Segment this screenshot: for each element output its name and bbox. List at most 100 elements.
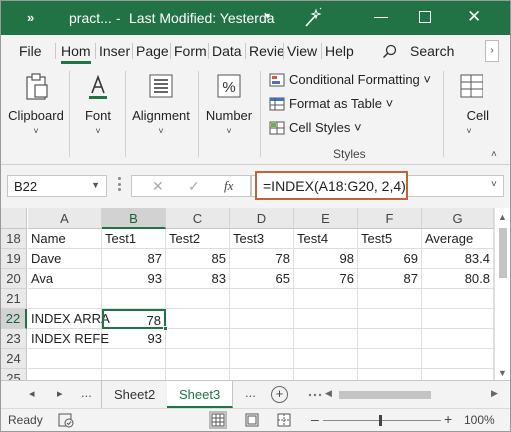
normal-view-icon[interactable] <box>209 411 227 429</box>
cell-g22[interactable] <box>422 309 494 329</box>
zoom-slider[interactable] <box>323 420 441 421</box>
zoom-slider-handle[interactable] <box>379 415 382 426</box>
vertical-scroll-thumb[interactable] <box>499 228 507 278</box>
magic-wand-icon[interactable] <box>303 7 323 29</box>
cell-c25[interactable] <box>166 369 230 380</box>
previous-sheet-icon[interactable]: ◂ <box>29 387 35 400</box>
tab-formulas[interactable]: Form <box>174 43 207 59</box>
cell-b21[interactable] <box>102 289 166 309</box>
row-header-23[interactable]: 23 <box>1 329 27 349</box>
cell-d22[interactable] <box>230 309 294 329</box>
cell-a25[interactable] <box>28 369 102 380</box>
row-header-21[interactable]: 21 <box>1 289 27 309</box>
maximize-button[interactable] <box>419 11 431 23</box>
more-sheets-right-button[interactable]: ... <box>245 385 256 400</box>
cancel-icon[interactable]: ✕ <box>152 178 164 195</box>
tab-page-layout[interactable]: Page <box>136 43 169 59</box>
enter-icon[interactable]: ✓ <box>188 178 200 195</box>
minimize-button[interactable] <box>374 17 388 18</box>
scroll-left-icon[interactable]: ◀ <box>325 388 332 399</box>
cell-f24[interactable] <box>358 349 422 369</box>
sheet-tab-sheet2[interactable]: Sheet2 <box>101 381 169 408</box>
cell-a18[interactable]: Name <box>28 229 102 249</box>
cell-b23[interactable]: 93 <box>102 329 166 349</box>
worksheet-grid[interactable]: ▲ ▼ A B C D E F G 18 Name Test1 Test2 Test3 Test4 Tes… <box>1 208 510 380</box>
cell-f23[interactable] <box>358 329 422 349</box>
cell-g20[interactable]: 80.8 <box>422 269 494 289</box>
cell-a24[interactable] <box>28 349 102 369</box>
column-header-b[interactable]: B <box>102 208 166 229</box>
scroll-right-icon[interactable]: ▶ <box>491 388 498 399</box>
row-header-20[interactable]: 20 <box>1 269 27 289</box>
zoom-out-button[interactable]: – <box>311 411 319 427</box>
expand-formula-bar-button[interactable]: ˅ <box>491 179 497 190</box>
cell-f22[interactable] <box>358 309 422 329</box>
zoom-in-button[interactable]: + <box>444 411 452 427</box>
cell-e23[interactable] <box>294 329 358 349</box>
search-icon[interactable] <box>382 44 397 59</box>
add-sheet-button[interactable]: + <box>271 386 288 403</box>
scroll-up-icon[interactable]: ▲ <box>498 212 507 222</box>
cell-e25[interactable] <box>294 369 358 380</box>
quick-access-more-button[interactable]: » <box>27 10 34 25</box>
row-header-25[interactable]: 25 <box>1 369 27 380</box>
cell-d23[interactable] <box>230 329 294 349</box>
cell-a19[interactable]: Dave <box>28 249 102 269</box>
collapse-ribbon-button[interactable]: ˄ <box>491 149 497 160</box>
cell-e24[interactable] <box>294 349 358 369</box>
cell-g19[interactable]: 83.4 <box>422 249 494 269</box>
next-sheet-icon[interactable]: ▸ <box>57 387 63 400</box>
tabs-scroll-right-button[interactable]: › <box>485 40 499 62</box>
cell-g25[interactable] <box>422 369 494 380</box>
cell-d25[interactable] <box>230 369 294 380</box>
name-box[interactable]: B22 ▼ <box>7 175 107 197</box>
tab-home[interactable]: Hom <box>61 43 91 64</box>
alignment-group[interactable]: Alignment ˅ <box>129 65 193 136</box>
tab-split-handle[interactable] <box>308 392 322 398</box>
column-header-d[interactable]: D <box>230 208 294 229</box>
cell-d19[interactable]: 78 <box>230 249 294 269</box>
cell-e20[interactable]: 76 <box>294 269 358 289</box>
cell-f25[interactable] <box>358 369 422 380</box>
cell-f19[interactable]: 69 <box>358 249 422 269</box>
file-name[interactable]: pract... <box>69 10 112 26</box>
search-box[interactable]: Search <box>410 43 454 59</box>
cell-e18[interactable]: Test4 <box>294 229 358 249</box>
last-modified-label[interactable]: Last Modified: Yesterda <box>129 10 275 26</box>
format-as-table-button[interactable]: Format as Table ˅ <box>269 96 393 111</box>
page-break-view-icon[interactable] <box>277 413 291 427</box>
cell-c22[interactable] <box>166 309 230 329</box>
cell-d18[interactable]: Test3 <box>230 229 294 249</box>
cell-g23[interactable] <box>422 329 494 349</box>
cell-d24[interactable] <box>230 349 294 369</box>
formula-text[interactable]: =INDEX(A18:G20, 2,4) <box>255 171 408 200</box>
cell-e22[interactable] <box>294 309 358 329</box>
cells-group[interactable]: Cell ˅ <box>449 65 489 136</box>
name-box-dropdown-icon[interactable]: ▼ <box>91 180 100 190</box>
cell-d20[interactable]: 65 <box>230 269 294 289</box>
cell-g18[interactable]: Average <box>422 229 494 249</box>
horizontal-scrollbar[interactable]: ◀ ▶ <box>325 388 502 402</box>
tab-help[interactable]: Help <box>325 43 354 59</box>
cell-e21[interactable] <box>294 289 358 309</box>
conditional-formatting-button[interactable]: Conditional Formatting ˅ <box>269 72 431 87</box>
fill-handle[interactable] <box>163 326 168 331</box>
horizontal-scroll-thumb[interactable] <box>339 391 431 399</box>
accessibility-check-icon[interactable] <box>58 412 74 428</box>
cell-styles-button[interactable]: Cell Styles ˅ <box>269 120 362 135</box>
sheet-tab-sheet3[interactable]: Sheet3 <box>167 381 234 408</box>
tab-file[interactable]: File <box>19 43 42 59</box>
cell-b19[interactable]: 87 <box>102 249 166 269</box>
select-all-button[interactable] <box>1 208 27 229</box>
tab-insert[interactable]: Inser <box>99 43 130 59</box>
cell-b24[interactable] <box>102 349 166 369</box>
cell-a22[interactable]: INDEX ARRA <box>28 309 110 329</box>
zoom-level[interactable]: 100% <box>464 413 495 427</box>
cell-a20[interactable]: Ava <box>28 269 102 289</box>
cell-c19[interactable]: 85 <box>166 249 230 269</box>
row-header-19[interactable]: 19 <box>1 249 27 269</box>
cell-c21[interactable] <box>166 289 230 309</box>
column-header-e[interactable]: E <box>294 208 358 229</box>
cell-c24[interactable] <box>166 349 230 369</box>
cell-b22[interactable]: 78 <box>102 309 166 329</box>
